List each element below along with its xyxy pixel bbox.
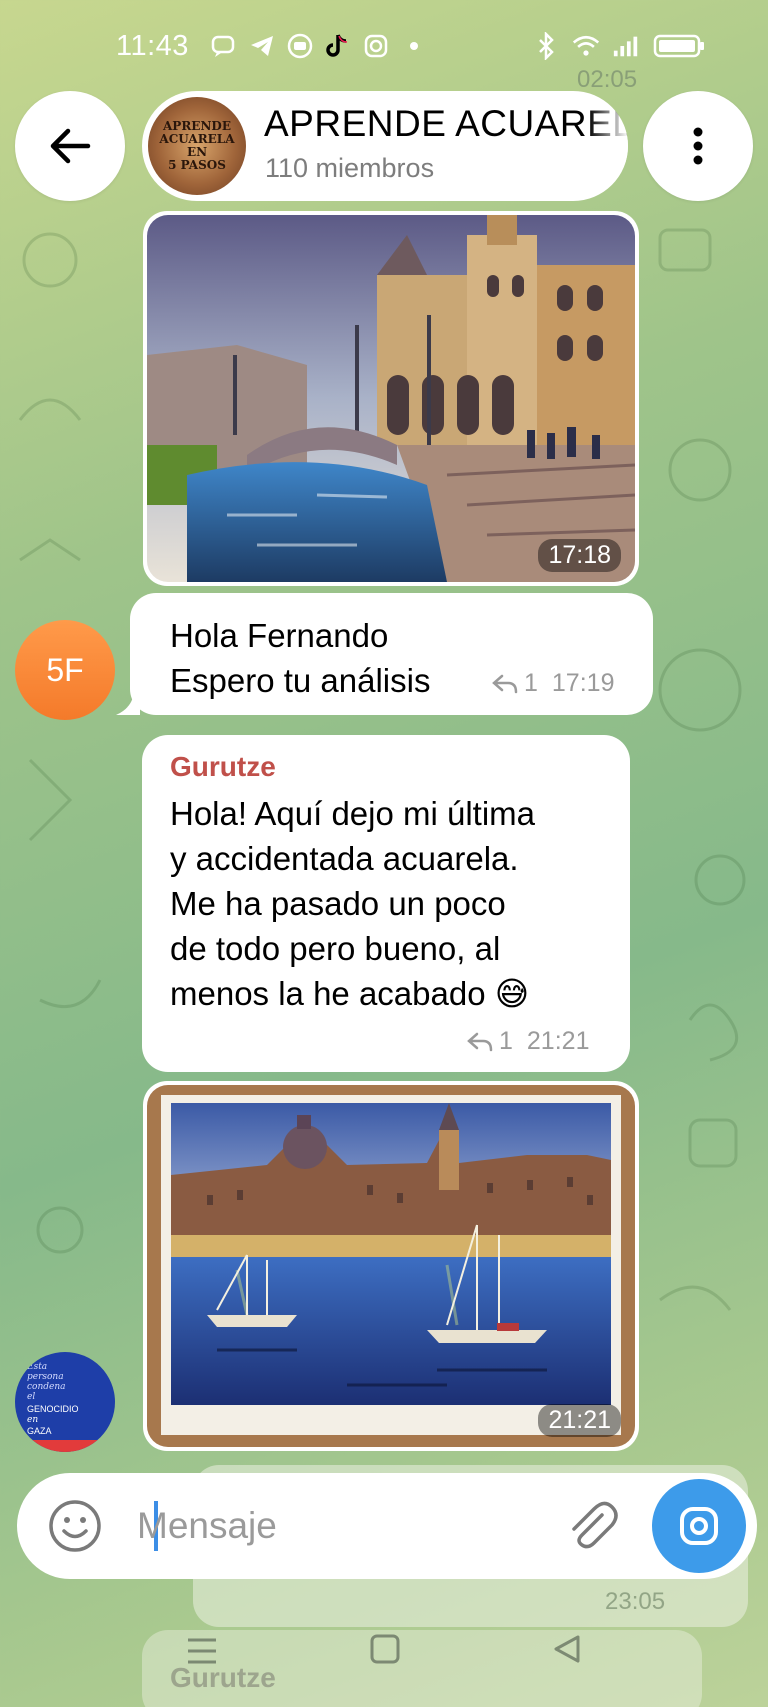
paperclip-icon[interactable] — [562, 1497, 620, 1555]
photo-message[interactable]: 21:21 — [143, 1081, 639, 1451]
instagram-icon — [362, 32, 390, 60]
faded-timestamp: 23:05 — [605, 1588, 666, 1615]
wifi-icon — [572, 32, 600, 60]
faded-timestamp-top: 02:05 — [577, 66, 638, 93]
signal-icon — [612, 32, 640, 60]
reply-count: 1 — [499, 1027, 513, 1055]
chat-notification-icon — [210, 32, 238, 60]
reply-icon — [467, 1032, 493, 1051]
message-time: 21:21 — [538, 1404, 621, 1437]
message-line: de todo pero bueno, al — [170, 930, 501, 967]
smiley-icon[interactable] — [47, 1498, 103, 1554]
group-title: APRENDE ACUARELA — [264, 103, 628, 144]
message-line: y accidentada acuarela. — [170, 840, 519, 877]
photo-message[interactable]: 17:18 — [143, 211, 639, 586]
back-nav-icon[interactable] — [552, 1634, 582, 1666]
notification-icons — [210, 32, 428, 60]
system-icons — [532, 32, 706, 60]
arrow-left-icon — [50, 128, 91, 164]
message-time: 17:18 — [538, 539, 621, 572]
text-message[interactable]: Gurutze Hola! Aquí dejo mi última y acci… — [142, 735, 630, 1072]
message-time: 17:19 — [551, 669, 615, 697]
reply-icon — [492, 674, 518, 693]
youtube-icon — [286, 32, 314, 60]
battery-icon — [652, 32, 706, 60]
message-line: Hola Fernando — [170, 617, 389, 654]
watercolor-painting-image — [147, 1085, 635, 1447]
more-options-button[interactable] — [643, 91, 753, 201]
user-avatar[interactable]: Esta persona condena el GENOCIDIO en GAZ… — [15, 1352, 115, 1452]
sender-name[interactable]: Gurutze — [170, 751, 535, 783]
reply-count: 1 — [524, 669, 538, 697]
message-time: 21:21 — [526, 1027, 590, 1055]
camera-icon — [680, 1507, 718, 1545]
message-line: Espero tu análisis — [170, 662, 431, 699]
camera-button[interactable] — [652, 1479, 746, 1573]
bluetooth-icon — [532, 32, 560, 60]
message-meta: 1 21:21 — [467, 1027, 589, 1056]
home-icon[interactable] — [370, 1634, 400, 1666]
chat-header[interactable]: APRENDE ACUARELA EN 5 PASOS APRENDE ACUA… — [142, 91, 628, 201]
telegram-icon — [248, 32, 276, 60]
watercolor-painting-image — [147, 215, 635, 582]
message-meta: 1 17:19 — [492, 669, 614, 698]
message-composer — [17, 1473, 757, 1579]
system-navigation-bar — [0, 1620, 768, 1690]
text-message[interactable]: Hola Fernando Espero tu análisis 1 17:19 — [116, 593, 653, 715]
status-bar: 11:43 — [0, 0, 768, 100]
message-input[interactable] — [137, 1493, 557, 1559]
recent-apps-icon[interactable] — [186, 1634, 218, 1668]
user-avatar[interactable]: 5F — [15, 620, 115, 720]
vertical-dots-icon — [693, 127, 703, 165]
message-line: menos la he acabado 😅 — [170, 975, 530, 1012]
member-count: 110 miembros — [265, 153, 435, 183]
status-time: 11:43 — [116, 30, 189, 62]
back-button[interactable] — [15, 91, 125, 201]
message-line: Me ha pasado un poco — [170, 885, 506, 922]
tiktok-icon — [324, 32, 352, 60]
message-line: Hola! Aquí dejo mi última — [170, 795, 536, 832]
group-avatar[interactable]: APRENDE ACUARELA EN 5 PASOS — [148, 97, 246, 195]
dot-icon — [400, 32, 428, 60]
